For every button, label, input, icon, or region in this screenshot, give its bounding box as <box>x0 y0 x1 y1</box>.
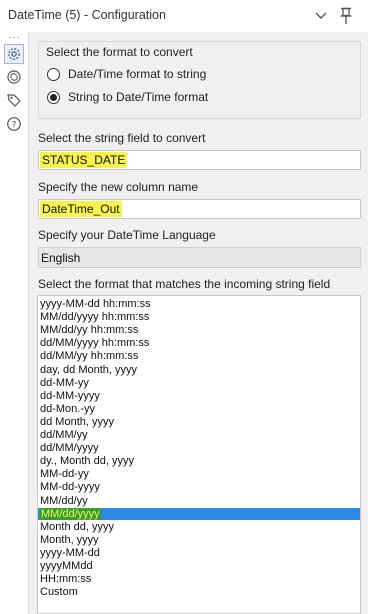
language-label: Specify your DateTime Language <box>38 228 216 242</box>
list-item-label: dd/MM/yy <box>40 429 88 441</box>
list-item[interactable]: Custom <box>38 586 360 598</box>
format-group: Select the format to convert Date/Time f… <box>38 41 361 119</box>
list-item[interactable]: MM/dd/yy <box>38 495 360 507</box>
format-list-label: Select the format that matches the incom… <box>38 277 331 291</box>
svg-text:?: ? <box>12 121 17 131</box>
list-item-label: yyyy-MM-dd hh:mm:ss <box>40 298 151 310</box>
window-title: DateTime (5) - Configuration <box>8 8 166 22</box>
list-item-label: HH:mm:ss <box>40 573 92 586</box>
list-item[interactable]: yyyyMMdd <box>38 560 360 572</box>
list-item[interactable]: dd-Mon.-yy <box>38 403 360 415</box>
list-item[interactable]: MM-dd-yyyy <box>38 481 360 493</box>
list-item-label: Month dd, yyyy <box>40 520 114 533</box>
radio-string-to-datetime[interactable]: String to Date/Time format <box>47 90 208 104</box>
chevron-down-icon[interactable] <box>314 9 328 23</box>
list-item-label: Month, yyyy <box>40 533 99 546</box>
list-item-label: MM/dd/yyyy <box>40 507 101 520</box>
list-item[interactable]: dd/MM/yyyy <box>38 442 360 454</box>
list-item[interactable]: dd/MM/yy hh:mm:ss <box>38 350 360 362</box>
new-column-input[interactable]: DateTime_Out <box>38 199 361 219</box>
list-item-label: yyyyMMdd <box>40 560 93 572</box>
list-item-label: day, dd Month, yyyy <box>40 363 138 376</box>
list-item-label: MM-dd-yyyy <box>40 481 100 494</box>
list-item-label: MM/dd/yyyy hh:mm:ss <box>40 311 150 324</box>
list-item[interactable]: HH:mm:ss <box>38 573 360 585</box>
format-group-title: Select the format to convert <box>46 45 193 59</box>
new-column-value: DateTime_Out <box>40 201 122 217</box>
list-item[interactable]: dd Month, yyyy <box>38 416 360 428</box>
list-item-label: dd Month, yyyy <box>40 415 114 428</box>
radio-button-selected[interactable] <box>47 90 60 104</box>
list-item-selected[interactable]: MM/dd/yyyy <box>38 507 360 520</box>
help-icon[interactable]: ? <box>4 114 24 134</box>
list-item-label: Custom <box>40 586 78 599</box>
list-item[interactable]: Month, yyyy <box>38 534 360 546</box>
list-item[interactable]: dd-MM-yy <box>38 377 360 389</box>
new-column-label: Specify the new column name <box>38 180 199 194</box>
list-item-label: MM/dd/yy hh:mm:ss <box>40 324 139 337</box>
gear-icon[interactable] <box>4 44 24 64</box>
language-dropdown[interactable]: English <box>38 247 361 268</box>
sidebar: ··· ? <box>0 32 28 614</box>
string-field-select[interactable]: STATUS_DATE <box>38 150 361 170</box>
list-item[interactable]: MM-dd-yy <box>38 468 360 480</box>
list-item[interactable]: day, dd Month, yyyy <box>38 364 360 376</box>
list-item-label: yyyy-MM-dd <box>40 546 100 559</box>
list-item-label: MM-dd-yy <box>40 468 89 481</box>
list-item-label: MM/dd/yy <box>40 494 88 507</box>
list-item-label: dd/MM/yy hh:mm:ss <box>40 350 139 363</box>
string-field-value: STATUS_DATE <box>40 152 128 168</box>
list-item[interactable]: MM/dd/yyyy hh:mm:ss <box>38 311 360 323</box>
list-item[interactable]: dd-MM-yyyy <box>38 390 360 402</box>
refresh-arrows-icon[interactable] <box>4 67 24 87</box>
list-item[interactable]: yyyy-MM-dd hh:mm:ss <box>38 298 360 310</box>
tag-icon[interactable] <box>4 90 24 110</box>
list-item[interactable]: dy., Month dd, yyyy <box>38 455 360 467</box>
pin-icon[interactable] <box>339 7 353 25</box>
list-item[interactable]: dd/MM/yyyy hh:mm:ss <box>38 337 360 349</box>
configuration-panel: Select the format to convert Date/Time f… <box>28 32 368 614</box>
radio-datetime-to-string[interactable]: Date/Time format to string <box>47 67 206 81</box>
format-listbox[interactable]: yyyy-MM-dd hh:mm:ss MM/dd/yyyy hh:mm:ss MM… <box>37 295 361 614</box>
title-bar: DateTime (5) - Configuration <box>0 0 368 32</box>
string-field-label: Select the string field to convert <box>38 131 206 145</box>
radio-label: Date/Time format to string <box>68 67 207 81</box>
list-item-label: dd-Mon.-yy <box>40 402 96 415</box>
list-item[interactable]: yyyy-MM-dd <box>38 547 360 559</box>
list-item[interactable]: Month dd, yyyy <box>38 521 360 533</box>
list-item[interactable]: MM/dd/yy hh:mm:ss <box>38 324 360 336</box>
language-value: English <box>41 251 81 265</box>
list-item-label: dd/MM/yyyy <box>40 442 99 455</box>
list-item-label: dy., Month dd, yyyy <box>40 455 134 468</box>
list-item-label: dd-MM-yyyy <box>40 389 100 402</box>
list-item-label: dd-MM-yy <box>40 376 89 389</box>
list-item[interactable]: dd/MM/yy <box>38 429 360 441</box>
radio-button[interactable] <box>47 67 60 81</box>
radio-label: String to Date/Time format <box>68 90 209 104</box>
more-dots-icon[interactable]: ··· <box>8 32 21 43</box>
list-item-label: dd/MM/yyyy hh:mm:ss <box>40 337 150 350</box>
